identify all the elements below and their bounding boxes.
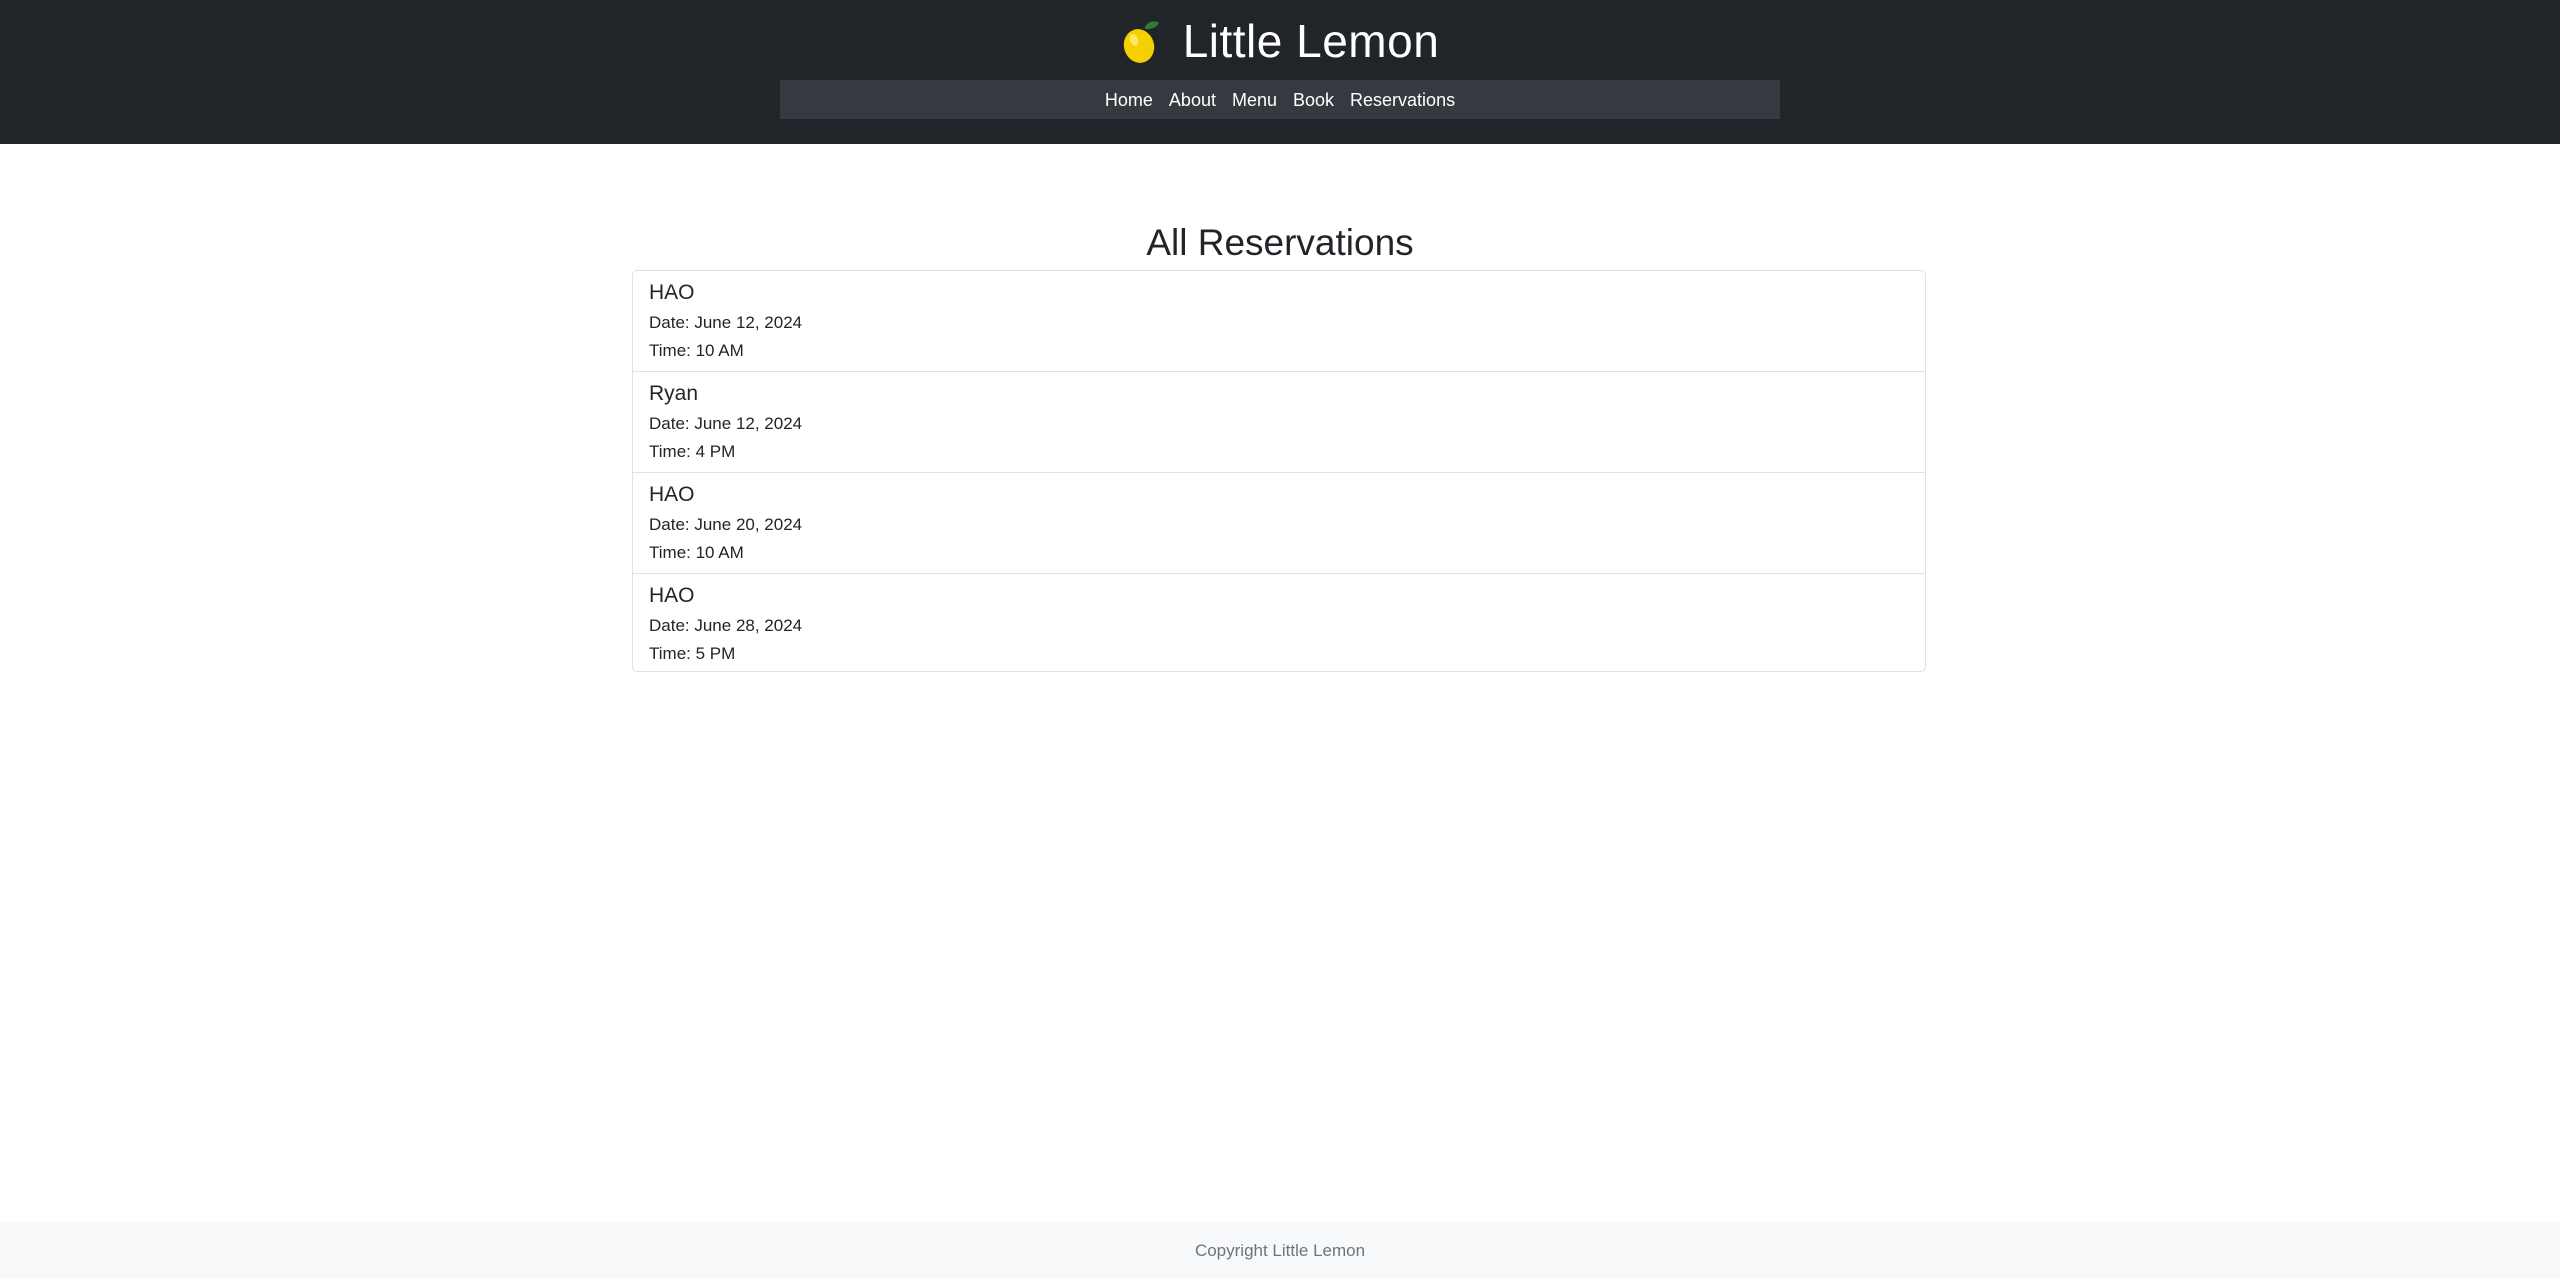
nav-home[interactable]: Home [1105,91,1153,109]
reservation-date: Date: June 12, 2024 [649,414,803,433]
brand: Little Lemon [0,10,2560,72]
reservation-item[interactable]: Ryan Date: June 12, 2024 Time: 4 PM [633,372,1925,473]
site-title: Little Lemon [1182,15,1440,67]
reservation-item[interactable]: HAO Date: June 20, 2024 Time: 10 AM [633,473,1925,574]
reservation-name: HAO [649,483,695,506]
brand-link[interactable]: Little Lemon [1121,18,1440,64]
reservation-time: Time: 10 AM [649,341,744,360]
nav-menu[interactable]: Menu [1232,91,1277,109]
nav-about[interactable]: About [1169,91,1216,109]
page-title: All Reservations [1146,222,1414,263]
site-footer: Copyright Little Lemon [0,1222,2560,1279]
reservation-time: Time: 10 AM [649,543,744,562]
reservation-date: Date: June 20, 2024 [649,515,803,534]
reservation-name: HAO [649,584,695,607]
copyright-text: Copyright Little Lemon [1194,1240,1366,1260]
reservation-list: HAO Date: June 12, 2024 Time: 10 AM Ryan… [632,270,1926,672]
reservation-name: HAO [649,281,695,304]
reservation-time: Time: 4 PM [649,442,736,461]
reservation-item[interactable]: HAO Date: June 12, 2024 Time: 10 AM [633,271,1925,372]
reservation-date: Date: June 12, 2024 [649,313,803,332]
site-header: Little Lemon Home About Menu Book Reserv… [0,0,2560,144]
reservation-name: Ryan [649,382,699,405]
lemon-icon [1123,21,1159,63]
nav-reservations[interactable]: Reservations [1350,91,1455,109]
reservation-item[interactable]: HAO Date: June 28, 2024 Time: 5 PM [633,574,1925,675]
reservation-date: Date: June 28, 2024 [649,616,803,635]
reservation-time: Time: 5 PM [649,644,736,663]
nav-book[interactable]: Book [1293,91,1334,109]
main-nav: Home About Menu Book Reservations [780,80,1780,119]
